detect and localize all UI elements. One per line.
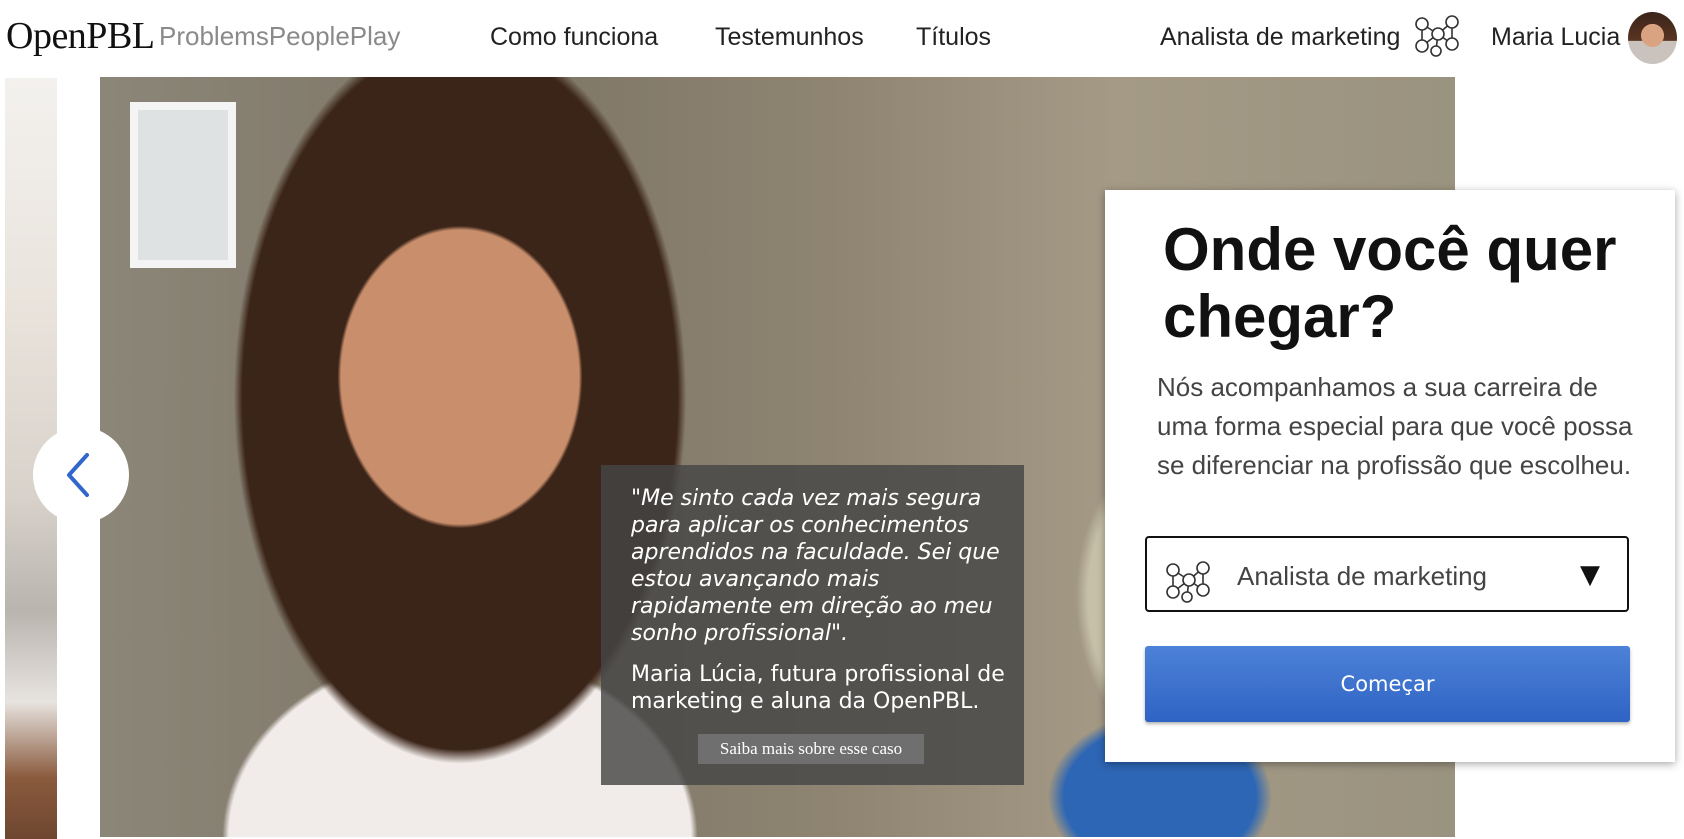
card-title: Onde você quer chegar? xyxy=(1163,216,1617,350)
logo[interactable]: OpenPBL xyxy=(6,14,155,58)
testimonial-author: Maria Lúcia, futura profissional de mark… xyxy=(631,662,1005,714)
user-avatar[interactable] xyxy=(1628,12,1677,64)
card-description: Nós acompanhamos a sua carreira de uma f… xyxy=(1157,372,1633,480)
testimonial-overlay: "Me sinto cada vez mais segura para apli… xyxy=(601,465,1024,785)
background-window xyxy=(130,102,236,268)
nav-como-funciona[interactable]: Como funciona xyxy=(490,23,658,52)
learn-more-button[interactable]: Saiba mais sobre esse caso xyxy=(698,734,924,764)
previous-slide-button[interactable] xyxy=(33,427,129,523)
nav-titulos[interactable]: Títulos xyxy=(916,23,991,52)
top-navbar: OpenPBL ProblemsPeoplePlay Como funciona… xyxy=(0,0,1684,76)
tagline: ProblemsPeoplePlay xyxy=(159,21,401,51)
user-name[interactable]: Maria Lucia xyxy=(1491,23,1620,52)
chevron-left-icon xyxy=(67,453,89,497)
start-button[interactable]: Começar xyxy=(1145,646,1630,722)
nav-testemunhos[interactable]: Testemunhos xyxy=(715,23,864,52)
career-select[interactable]: Analista de marketing ▼ xyxy=(1145,536,1629,612)
career-select-value: Analista de marketing xyxy=(1237,561,1488,591)
network-people-icon[interactable] xyxy=(1412,12,1462,58)
selected-career-link[interactable]: Analista de marketing xyxy=(1160,23,1400,52)
career-card: Onde você quer chegar? Nós acompanhamos … xyxy=(1105,190,1675,762)
dropdown-arrow-icon: ▼ xyxy=(1580,560,1600,590)
testimonial-quote: "Me sinto cada vez mais segura para apli… xyxy=(631,486,1000,646)
network-people-icon xyxy=(1166,561,1210,603)
